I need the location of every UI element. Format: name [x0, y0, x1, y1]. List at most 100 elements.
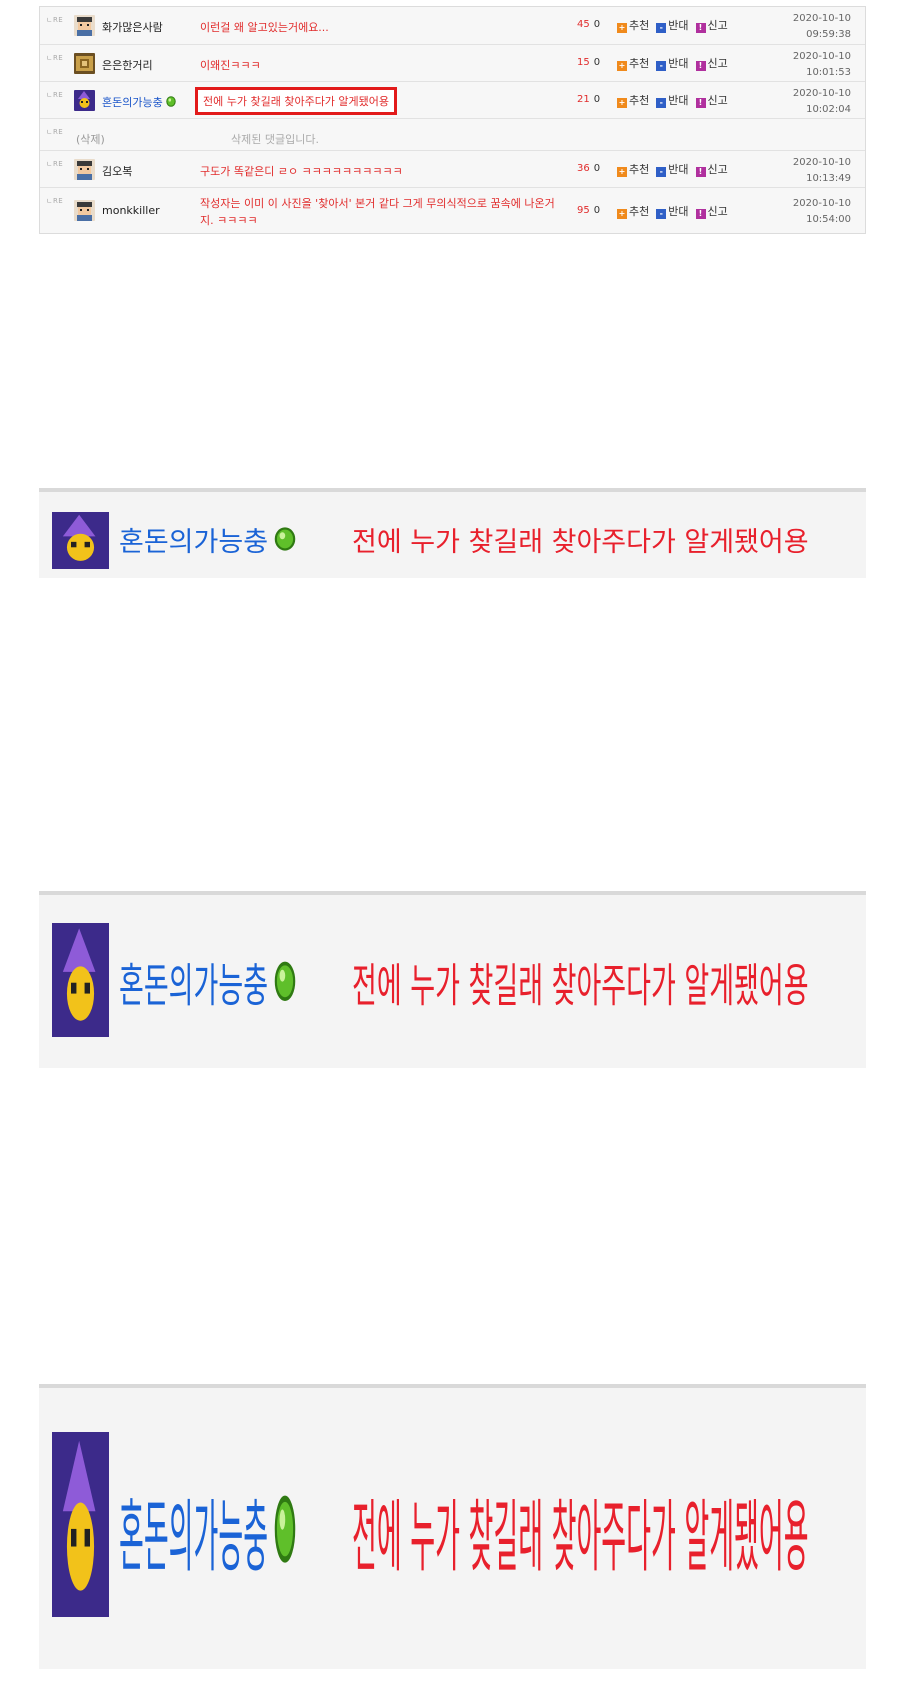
report-label: 신고	[707, 163, 728, 176]
recommend-button[interactable]: + 추천	[617, 19, 650, 33]
comment-row: ㄴRE 화가많은사람 이런걸 왜 알고있는거에요... 45 0 + 추천 - 반대! 신…	[40, 7, 865, 44]
time-text: 10:54:00	[806, 214, 851, 225]
report-label: 신고	[707, 19, 728, 32]
report-icon: !	[695, 23, 706, 33]
oppose-label: 반대	[668, 19, 689, 32]
nickname-zoomed: 혼돈의가능충	[119, 520, 296, 559]
avatar-zoomed	[52, 512, 109, 573]
recommend-button[interactable]: + 추천	[617, 163, 649, 177]
oppose-button[interactable]: - 반대	[656, 94, 689, 108]
vote-count: 95 0	[577, 205, 600, 216]
nickname[interactable]: 혼돈의가능충	[102, 94, 176, 110]
report-button[interactable]: ! 신고	[695, 57, 728, 71]
date-text: 2020-10-10	[792, 198, 851, 209]
reply-mark: ㄴRE	[46, 128, 64, 136]
report-icon: !	[695, 98, 706, 108]
oppose-button[interactable]: - 반대	[656, 163, 689, 177]
green-gem-icon	[166, 96, 176, 107]
time-text: 09:59:38	[806, 29, 851, 40]
recommend-button[interactable]: + 추천	[617, 205, 649, 219]
comment-actions: + 추천 - 반대 ! 신고	[617, 161, 735, 177]
minus-square-icon: -	[656, 167, 667, 177]
comment-text: 작성자는 이미 이 사진을 '찾아서' 본거 같다 그게 무의식적으로 꿈속에 …	[200, 197, 555, 227]
comment-date: 2020-10-10 10:54:00	[793, 196, 851, 228]
avatar[interactable]	[74, 15, 95, 36]
vote-count: 45 0	[577, 19, 600, 30]
plus-square-icon: +	[617, 209, 627, 219]
recommend-label: 추천	[629, 94, 650, 107]
date-text: 2020-10-10	[792, 157, 851, 168]
comment-actions: + 추천 - 반대! 신고	[617, 92, 735, 108]
comment-row: ㄴRE 은은한거리 이왜진ㅋㅋㅋ 15 0 + 추천 - 반대 ! 신고 2020-10-1…	[40, 44, 865, 81]
nickname-text: 혼돈의가능충	[119, 527, 269, 558]
reply-mark: ㄴRE	[46, 197, 64, 205]
recommend-count: 95	[577, 205, 590, 216]
avatar[interactable]	[74, 200, 95, 221]
nickname-text: 혼돈의가능충	[102, 96, 163, 109]
comment-row: ㄴRE 혼돈의가능충 전에 누가 찾길래 찾아주다가 알게됐어용 21 0 + 추천…	[40, 81, 865, 118]
zoom-panel-2: 혼돈의가능충 전에 누가 찾길래 찾아주다가 알게됐어용	[39, 891, 866, 1068]
comment-date: 2020-10-10 10:01:53	[793, 49, 851, 81]
avatar[interactable]	[74, 53, 95, 74]
recommend-count: 15	[577, 57, 590, 68]
report-label: 신고	[707, 94, 728, 107]
comment-text: 이런걸 왜 알고있는거에요...	[200, 21, 329, 34]
vote-count: 36 0	[577, 163, 600, 174]
vote-count: 15 0	[577, 57, 600, 68]
oppose-button[interactable]: - 반대	[656, 205, 689, 219]
vote-count: 21 0	[577, 94, 600, 105]
plus-square-icon: +	[617, 23, 627, 33]
recommend-button[interactable]: + 추천	[617, 94, 650, 108]
avatar-zoomed	[52, 923, 109, 1041]
report-icon: !	[695, 209, 706, 219]
nickname: (삭제)	[76, 133, 105, 146]
nickname-text: 혼돈의가능충	[119, 960, 269, 1014]
comment-text-zoomed: 전에 누가 찾길래 찾아주다가 알게됐어용	[352, 1494, 809, 1585]
comment-text: 이왜진ㅋㅋㅋ	[200, 59, 261, 72]
date-text: 2020-10-10	[792, 88, 851, 99]
avatar[interactable]	[74, 159, 95, 180]
nickname[interactable]: 김오복	[102, 163, 132, 179]
oppose-count: 0	[593, 94, 601, 105]
comment-text: 구도가 똑같은디 ㄹㅇ ㅋㅋㅋㅋㅋㅋㅋㅋㅋㅋ	[200, 165, 403, 178]
comment-actions: + 추천 - 반대 ! 신고	[617, 203, 735, 219]
comment-date: 2020-10-10 10:13:49	[793, 155, 851, 187]
comment-text-zoomed: 전에 누가 찾길래 찾아주다가 알게됐어용	[352, 960, 809, 1014]
comment-actions: + 추천 - 반대! 신고	[617, 17, 735, 33]
recommend-button[interactable]: + 추천	[617, 57, 649, 71]
plus-square-icon: +	[617, 61, 627, 71]
report-button[interactable]: ! 신고	[695, 163, 728, 177]
time-text: 10:02:04	[806, 104, 851, 115]
green-gem-icon	[274, 961, 296, 1014]
time-text: 10:01:53	[806, 67, 851, 78]
nickname[interactable]: monkkiller	[102, 204, 160, 217]
comment-list: ㄴRE 화가많은사람 이런걸 왜 알고있는거에요... 45 0 + 추천 - 반대! 신…	[39, 6, 866, 234]
comment-actions: + 추천 - 반대 ! 신고	[617, 55, 735, 71]
reply-mark: ㄴRE	[46, 16, 64, 24]
zoom-panel-1: 혼돈의가능충 전에 누가 찾길래 찾아주다가 알게됐어용	[39, 488, 866, 578]
minus-square-icon: -	[656, 23, 667, 33]
report-button[interactable]: ! 신고	[695, 94, 728, 108]
nickname[interactable]: 은은한거리	[102, 57, 153, 73]
oppose-label: 반대	[668, 94, 689, 107]
report-button[interactable]: ! 신고	[695, 205, 728, 219]
comment-date: 2020-10-10 09:59:38	[793, 11, 851, 43]
oppose-count: 0	[593, 163, 601, 174]
reply-mark: ㄴRE	[46, 160, 64, 168]
comment-text-highlighted: 전에 누가 찾길래 찾아주다가 알게됐어용	[195, 87, 398, 115]
recommend-label: 추천	[629, 19, 650, 32]
avatar[interactable]	[74, 90, 95, 111]
nickname[interactable]: 화가많은사람	[102, 19, 163, 35]
plus-square-icon: +	[617, 167, 627, 177]
oppose-button[interactable]: - 반대	[656, 57, 689, 71]
oppose-label: 반대	[668, 205, 689, 218]
comment-row: ㄴRE 김오복 구도가 똑같은디 ㄹㅇ ㅋㅋㅋㅋㅋㅋㅋㅋㅋㅋ 36 0 + 추천 - 반…	[40, 150, 865, 187]
report-button[interactable]: ! 신고	[695, 19, 728, 33]
zoom-panel-3: 혼돈의가능충 전에 누가 찾길래 찾아주다가 알게됐어용	[39, 1384, 866, 1669]
reply-mark: ㄴRE	[46, 54, 64, 62]
oppose-count: 0	[593, 57, 601, 68]
plus-square-icon: +	[617, 98, 627, 108]
reply-mark: ㄴRE	[46, 91, 64, 99]
recommend-count: 45	[577, 19, 590, 30]
oppose-button[interactable]: - 반대	[656, 19, 689, 33]
